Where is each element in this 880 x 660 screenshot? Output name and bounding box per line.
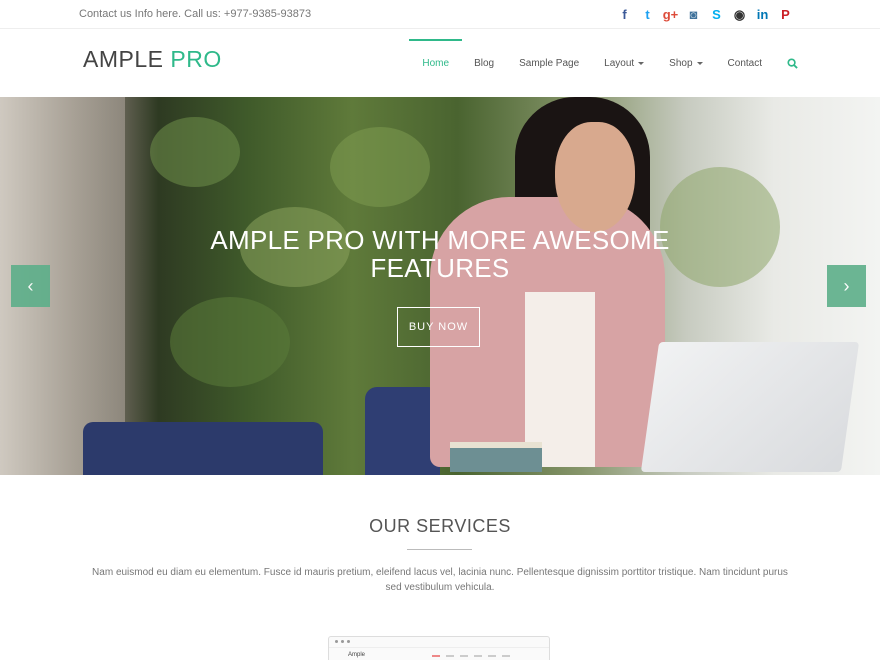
nav-label: Blog — [474, 57, 495, 69]
facebook-icon[interactable]: f — [616, 6, 633, 23]
top-bar: Contact us Info here. Call us: +977-9385… — [0, 0, 880, 29]
hero-title-line: AMPLE PRO WITH MORE AWESOME — [210, 225, 670, 255]
chevron-left-icon: ‹ — [27, 275, 34, 296]
preview-divider — [329, 647, 549, 648]
hero-title: AMPLE PRO WITH MORE AWESOME FEATURES — [0, 226, 880, 282]
hero-image-foliage — [150, 117, 240, 187]
nav-label: Contact — [727, 57, 762, 69]
services-title: OUR SERVICES — [369, 516, 511, 536]
hero-image-person — [525, 292, 595, 467]
skype-icon[interactable]: S — [708, 6, 725, 23]
search-icon[interactable] — [787, 57, 798, 69]
hero-image-chair — [365, 387, 440, 475]
nav-item-shop[interactable]: Shop — [669, 29, 703, 97]
nav-item-blog[interactable]: Blog — [474, 29, 494, 97]
social-links: f t g+ ◙ S ◉ in P — [616, 6, 794, 23]
nav-item-layout[interactable]: Layout — [604, 29, 645, 97]
main-nav: Home Blog Sample Page Layout Shop Contac… — [409, 29, 880, 97]
nav-item-contact[interactable]: Contact — [728, 29, 762, 97]
site-header: AMPLE PRO Home Blog Sample Page Layout S… — [0, 29, 880, 97]
theme-preview-thumbnail: Ample — [328, 636, 550, 660]
hero-image-foliage — [330, 127, 430, 207]
hero-title-line: FEATURES — [370, 253, 510, 283]
hero-image-person — [555, 122, 635, 232]
site-logo[interactable]: AMPLE PRO — [83, 46, 222, 73]
nav-label: Sample Page — [519, 57, 580, 69]
services-description: Nam euismod eu diam eu elementum. Fusce … — [92, 567, 788, 593]
logo-main: AMPLE — [83, 46, 171, 72]
instagram-icon[interactable]: ◙ — [685, 6, 702, 23]
hero-image-chair — [83, 422, 323, 475]
nav-item-sample-page[interactable]: Sample Page — [519, 29, 579, 97]
hero-image-book — [450, 442, 542, 472]
hero-image-foliage — [170, 297, 290, 387]
window-dots — [335, 640, 350, 643]
google-plus-icon[interactable]: g+ — [662, 6, 679, 23]
contact-info: Contact us Info here. Call us: +977-9385… — [79, 8, 312, 20]
twitter-icon[interactable]: t — [639, 6, 656, 23]
buy-now-button[interactable]: BUY NOW — [397, 307, 480, 347]
pinterest-icon[interactable]: P — [777, 6, 794, 23]
linkedin-icon[interactable]: in — [754, 6, 771, 23]
nav-item-home[interactable]: Home — [409, 29, 462, 97]
nav-label: Layout — [604, 57, 635, 69]
chevron-right-icon: › — [843, 275, 850, 296]
hero-slider: AMPLE PRO WITH MORE AWESOME FEATURES BUY… — [0, 97, 880, 475]
hero-image-laptop — [640, 342, 860, 472]
slider-prev-button[interactable]: ‹ — [11, 265, 50, 307]
github-icon[interactable]: ◉ — [731, 6, 748, 23]
nav-label: Home — [422, 57, 450, 69]
services-divider — [407, 549, 472, 550]
nav-label: Shop — [669, 57, 693, 69]
caret-down-icon — [696, 61, 703, 65]
caret-down-icon — [638, 61, 645, 65]
logo-accent: PRO — [170, 46, 222, 72]
preview-logo: Ample — [348, 652, 366, 658]
preview-nav — [432, 655, 510, 657]
slider-next-button[interactable]: › — [827, 265, 866, 307]
